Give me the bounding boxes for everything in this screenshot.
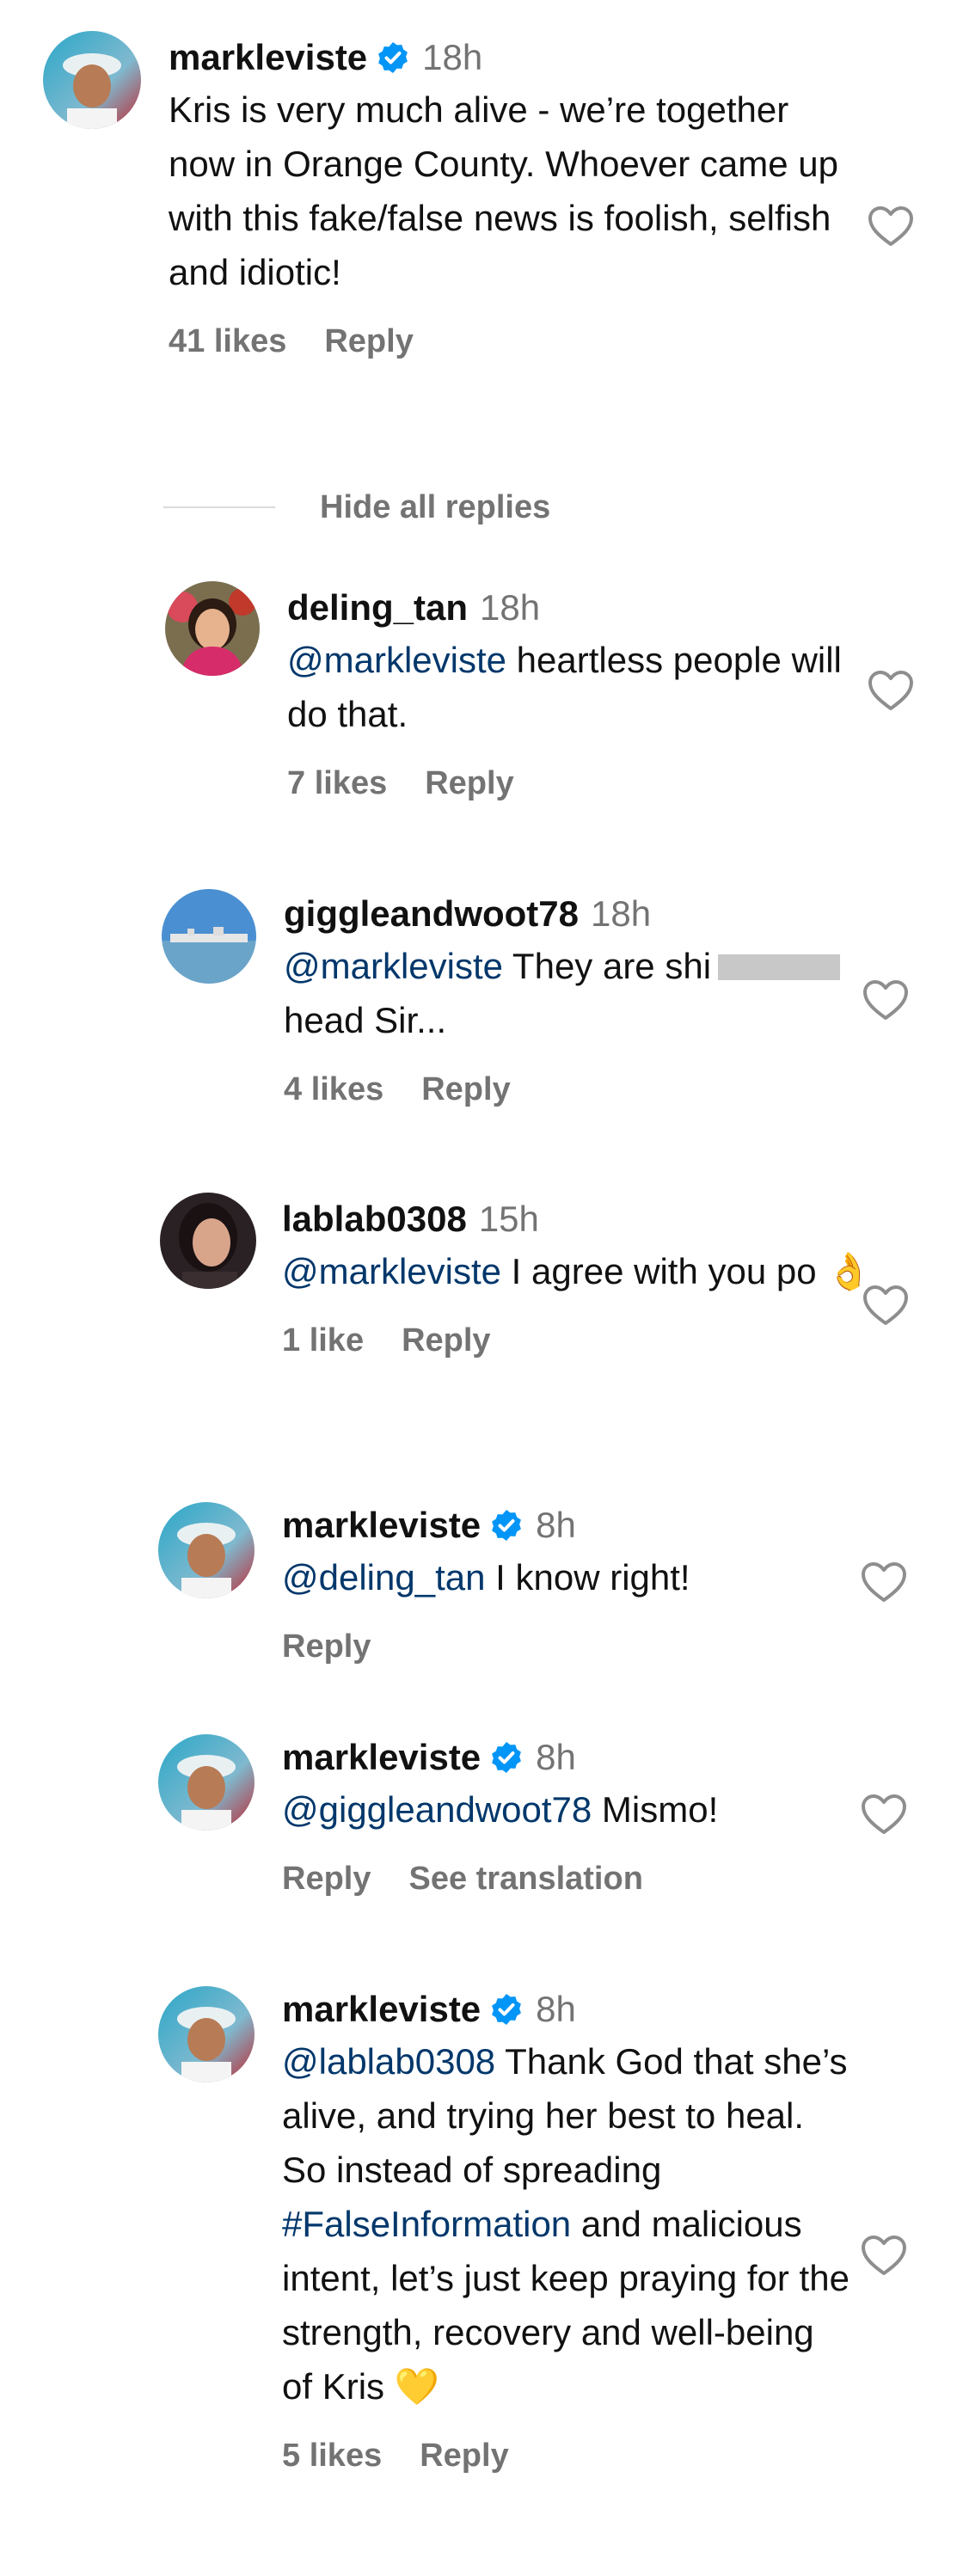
reply-header: deling_tan 18h — [287, 583, 872, 633]
mention-link[interactable]: @lablab0308 — [282, 2041, 495, 2082]
reply-meta: 4 likes Reply — [284, 1068, 877, 1111]
avatar-lablab0308[interactable] — [160, 1193, 256, 1289]
hide-replies-label: Hide all replies — [320, 488, 551, 525]
reply-button[interactable]: Reply — [420, 2438, 508, 2474]
avatar-markleviste[interactable] — [158, 1502, 255, 1598]
mention-link[interactable]: @deling_tan — [282, 1557, 485, 1598]
reply-meta: Reply See translation — [282, 1857, 875, 1900]
username[interactable]: markleviste — [282, 1989, 481, 2029]
reply-button[interactable]: Reply — [282, 1861, 371, 1897]
reply-text: @markleviste heartless people will do th… — [287, 633, 872, 741]
like-heart-icon[interactable] — [862, 978, 910, 1021]
username[interactable]: markleviste — [282, 1505, 481, 1545]
reply-header: markleviste 8h — [282, 1984, 850, 2034]
reply-text: @deling_tan I know right! — [282, 1550, 875, 1604]
reply-text: @markleviste They are shi head Sir... — [284, 939, 877, 1047]
reply-header: markleviste 8h — [282, 1500, 875, 1550]
mention-link[interactable]: @markleviste — [287, 640, 506, 680]
reply-meta: Reply — [282, 1625, 875, 1668]
like-heart-icon[interactable] — [867, 205, 915, 248]
reply-button[interactable]: Reply — [421, 1071, 510, 1107]
reply-meta: 1 like Reply — [282, 1319, 875, 1362]
avatar-markleviste[interactable] — [158, 1734, 255, 1831]
username[interactable]: markleviste — [282, 1737, 481, 1777]
reply-text-body: They are shi — [503, 946, 712, 986]
likes-count[interactable]: 7 likes — [287, 765, 387, 801]
mention-link[interactable]: @markleviste — [284, 946, 503, 986]
comment-text: Kris is very much alive - we’re together… — [169, 89, 838, 292]
reply-text-body: I agree with you po — [501, 1251, 827, 1291]
avatar-deling-tan[interactable] — [165, 581, 260, 676]
reply-text-body: I know right! — [485, 1557, 690, 1598]
reply-header: markleviste 8h — [282, 1733, 875, 1782]
verified-badge-icon — [378, 42, 408, 73]
reply-text-continued: head Sir... — [284, 1000, 447, 1040]
reply-text: @giggleandwoot78 Mismo! — [282, 1782, 875, 1837]
likes-count[interactable]: 5 likes — [282, 2438, 382, 2474]
like-heart-icon[interactable] — [860, 1561, 908, 1604]
reply-text: @markleviste I agree with you po 👌 — [282, 1244, 875, 1298]
likes-count[interactable]: 4 likes — [284, 1071, 383, 1107]
comment-meta: 41 likes Reply — [169, 320, 856, 363]
reply-meta: 7 likes Reply — [287, 762, 872, 805]
timestamp[interactable]: 8h — [536, 1505, 576, 1545]
replies-divider — [163, 506, 275, 508]
timestamp[interactable]: 15h — [479, 1199, 539, 1239]
reply-meta: 5 likes Reply — [282, 2434, 850, 2477]
avatar-markleviste[interactable] — [158, 1986, 255, 2082]
hide-replies-toggle[interactable]: Hide all replies — [163, 477, 550, 537]
timestamp[interactable]: 18h — [591, 893, 651, 934]
redaction-block — [718, 954, 841, 980]
like-heart-icon[interactable] — [862, 1284, 910, 1327]
reply-button[interactable]: Reply — [425, 765, 513, 801]
see-translation-link[interactable]: See translation — [408, 1861, 642, 1897]
mention-link[interactable]: @markleviste — [282, 1251, 501, 1291]
username[interactable]: deling_tan — [287, 587, 468, 628]
likes-count[interactable]: 1 like — [282, 1322, 364, 1359]
username[interactable]: giggleandwoot78 — [284, 893, 579, 934]
yellow-heart-emoji: 💛 — [394, 2366, 439, 2407]
verified-badge-icon — [492, 1510, 522, 1541]
comment-header: markleviste 18h — [169, 33, 856, 83]
like-heart-icon[interactable] — [860, 1793, 908, 1836]
reply-button[interactable]: Reply — [324, 323, 413, 359]
timestamp[interactable]: 8h — [536, 1737, 576, 1777]
reply-header: lablab0308 15h — [282, 1194, 875, 1244]
timestamp[interactable]: 8h — [536, 1989, 576, 2029]
reply-header: giggleandwoot78 18h — [284, 889, 877, 939]
likes-count[interactable]: 41 likes — [169, 323, 286, 359]
reply-text: @lablab0308 Thank God that she’s alive, … — [282, 2034, 850, 2413]
timestamp[interactable]: 18h — [422, 37, 482, 77]
username[interactable]: markleviste — [169, 37, 367, 77]
like-heart-icon[interactable] — [867, 669, 915, 712]
username[interactable]: lablab0308 — [282, 1199, 467, 1239]
like-heart-icon[interactable] — [860, 2234, 908, 2277]
verified-badge-icon — [492, 1742, 522, 1773]
timestamp[interactable]: 18h — [480, 587, 540, 628]
reply-button[interactable]: Reply — [282, 1628, 371, 1665]
avatar-markleviste[interactable] — [43, 31, 141, 129]
verified-badge-icon — [492, 1994, 522, 2025]
avatar-giggleandwoot78[interactable] — [162, 889, 256, 984]
mention-link[interactable]: @giggleandwoot78 — [282, 1789, 592, 1830]
reply-text-body: Mismo! — [592, 1789, 719, 1830]
reply-button[interactable]: Reply — [402, 1322, 490, 1359]
hashtag-link[interactable]: #FalseInformation — [282, 2204, 571, 2244]
